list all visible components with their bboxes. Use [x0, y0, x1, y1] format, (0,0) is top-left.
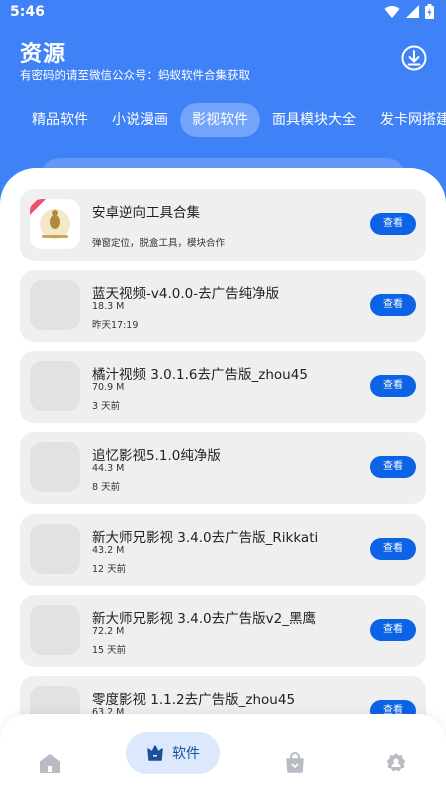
- view-button[interactable]: 查看: [370, 213, 416, 235]
- item-title: 新大师兄影视 3.4.0去广告版v2_黑鹰: [92, 611, 316, 627]
- app-thumbnail: [30, 605, 80, 655]
- list-item[interactable]: 新大师兄影视 3.4.0去广告版_Rikkati 43.2 M 12 天前 查看: [20, 514, 426, 586]
- bag-icon[interactable]: [284, 742, 306, 784]
- gear-person-icon[interactable]: [384, 742, 408, 784]
- tab-card-site[interactable]: 发卡网搭建: [368, 103, 446, 137]
- app-thumbnail: [30, 361, 80, 411]
- item-title: 橘汁视频 3.0.1.6去广告版_zhou45: [92, 367, 308, 383]
- item-title: 蓝天视频-v4.0.0-去广告纯净版: [92, 286, 280, 302]
- tab-novel-comics[interactable]: 小说漫画: [100, 103, 180, 137]
- status-bar: 5:46: [0, 0, 446, 26]
- page-subtitle: 有密码的请至微信公众号：蚂蚁软件合集获取: [20, 68, 250, 82]
- view-button[interactable]: 查看: [370, 375, 416, 397]
- item-title: 新大师兄影视 3.4.0去广告版_Rikkati: [92, 530, 319, 546]
- view-button[interactable]: 查看: [370, 456, 416, 478]
- app-thumbnail: [30, 280, 80, 330]
- item-title: 追忆影视5.1.0纯净版: [92, 448, 221, 464]
- item-description: 弹窗定位，脱盒工具，模块合作: [92, 238, 226, 249]
- category-tabs: 精品软件 小说漫画 影视软件 面具模块大全 发卡网搭建: [0, 102, 446, 138]
- item-title: 安卓逆向工具合集: [92, 205, 200, 221]
- bottom-navigation: 软件: [0, 714, 446, 793]
- battery-icon: [425, 4, 434, 19]
- item-time: 3 天前: [92, 401, 121, 412]
- item-size: 70.9 M: [92, 382, 125, 393]
- item-time: 12 天前: [92, 564, 127, 575]
- list-item[interactable]: 追忆影视5.1.0纯净版 44.3 M 8 天前 查看: [20, 432, 426, 504]
- list-item[interactable]: 安卓逆向工具合集 弹窗定位，脱盒工具，模块合作 查看: [20, 189, 426, 261]
- status-time: 5:46: [10, 4, 45, 20]
- download-icon[interactable]: [400, 44, 428, 72]
- home-icon[interactable]: [38, 742, 62, 784]
- app-thumbnail: [30, 524, 80, 574]
- view-button[interactable]: 查看: [370, 294, 416, 316]
- wifi-icon: [384, 5, 400, 18]
- item-time: 昨天17:19: [92, 320, 139, 331]
- tab-premium-software[interactable]: 精品软件: [20, 103, 100, 137]
- list-item[interactable]: 蓝天视频-v4.0.0-去广告纯净版 18.3 M 昨天17:19 查看: [20, 270, 426, 342]
- item-size: 43.2 M: [92, 545, 125, 556]
- item-size: 72.2 M: [92, 626, 125, 637]
- view-button[interactable]: 查看: [370, 538, 416, 560]
- list-item[interactable]: 新大师兄影视 3.4.0去广告版v2_黑鹰 72.2 M 15 天前 查看: [20, 595, 426, 667]
- nav-software[interactable]: 软件: [126, 732, 220, 774]
- item-size: 18.3 M: [92, 301, 125, 312]
- app-thumbnail: [30, 442, 80, 492]
- signal-icon: [406, 5, 419, 18]
- list-item[interactable]: 橘汁视频 3.0.1.6去广告版_zhou45 70.9 M 3 天前 查看: [20, 351, 426, 423]
- view-button[interactable]: 查看: [370, 619, 416, 641]
- item-title: 零度影视 1.1.2去广告版_zhou45: [92, 692, 296, 708]
- resource-list-sheet: 安卓逆向工具合集 弹窗定位，脱盒工具，模块合作 查看 蓝天视频-v4.0.0-去…: [0, 168, 446, 793]
- tab-video-software[interactable]: 影视软件: [180, 103, 260, 137]
- nav-software-label: 软件: [172, 746, 200, 762]
- tab-magisk-modules[interactable]: 面具模块大全: [260, 103, 368, 137]
- item-size: 44.3 M: [92, 463, 125, 474]
- item-time: 8 天前: [92, 482, 121, 493]
- ant-logo-icon: [30, 199, 80, 249]
- page-title: 资源: [20, 42, 67, 67]
- item-time: 15 天前: [92, 645, 127, 656]
- crown-icon: [147, 745, 163, 761]
